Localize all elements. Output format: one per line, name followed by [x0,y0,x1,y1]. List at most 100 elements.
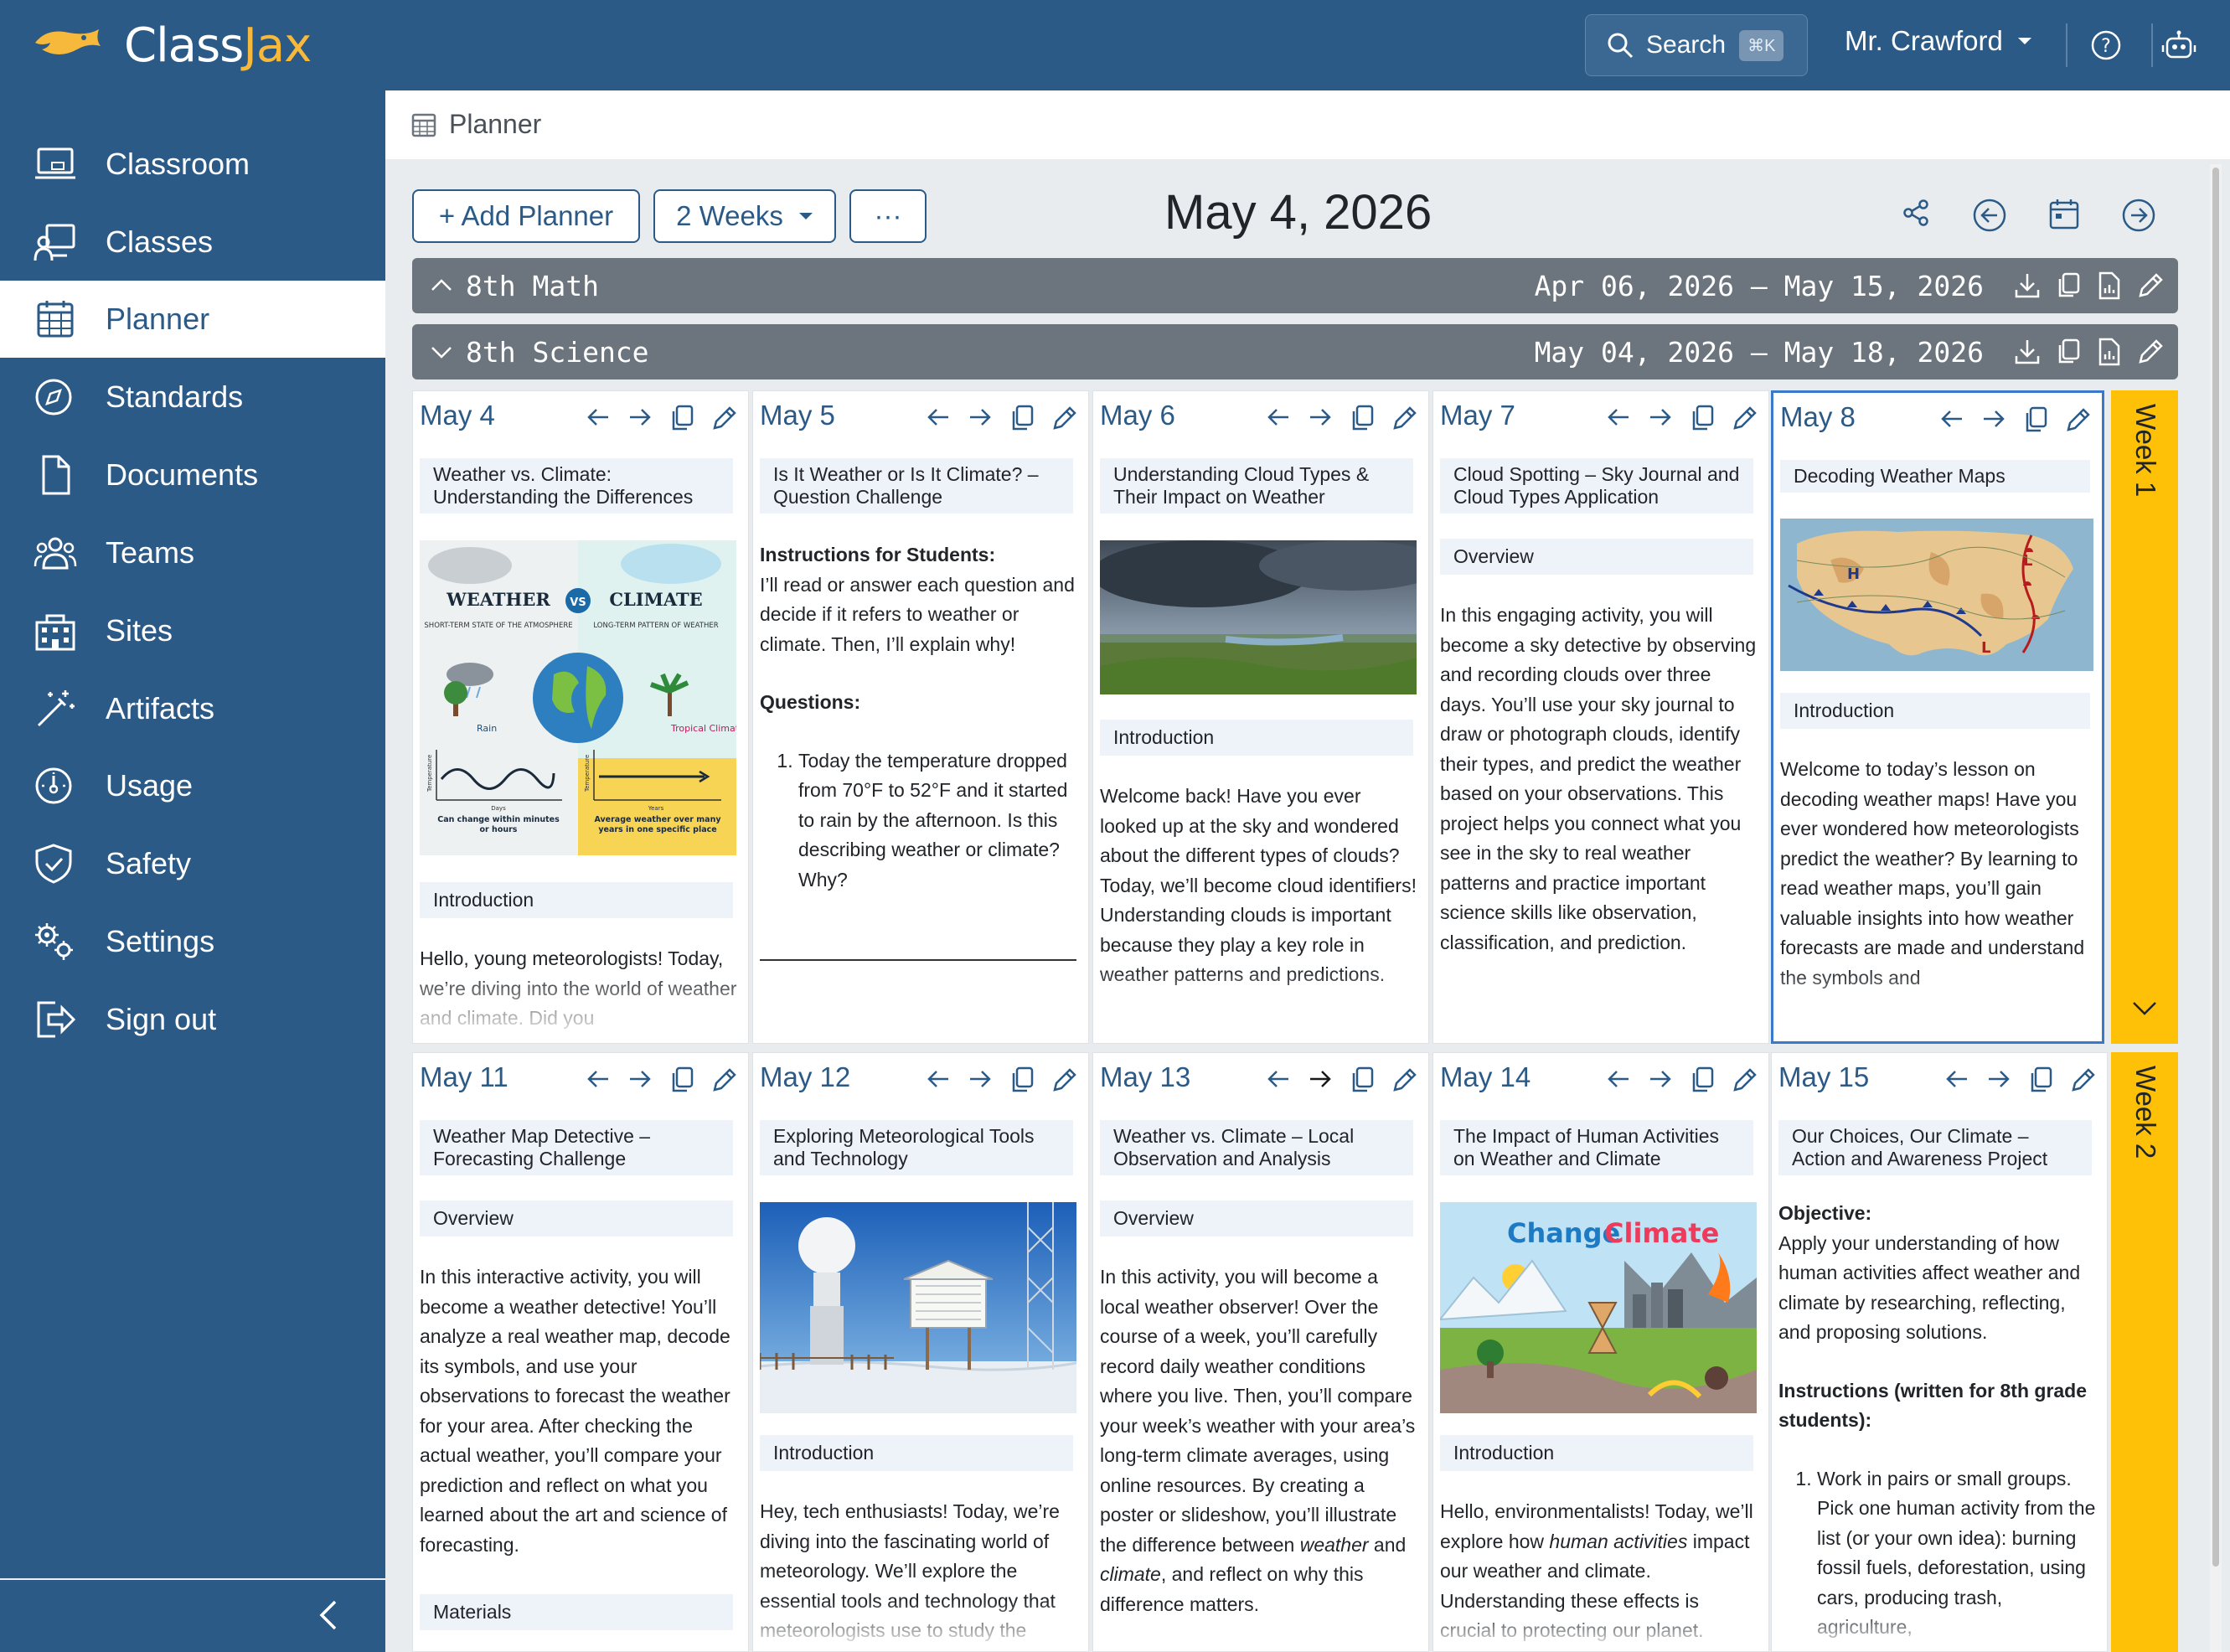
scrollbar-thumb[interactable] [2212,168,2219,1567]
next-period-icon[interactable] [2121,198,2156,233]
lesson-title[interactable]: Is It Weather or Is It Climate? – Questi… [760,458,1073,514]
day-card-may-15[interactable]: May 15 Our Choices, Our Climate – Action… [1771,1052,2108,1652]
download-icon[interactable] [2014,338,2041,366]
sidebar-item-usage[interactable]: Usage [0,747,385,824]
planner-row-8th-science[interactable]: 8th Science May 04, 2026 – May 18, 2026 [412,324,2178,379]
sidebar-item-classroom[interactable]: Classroom [0,126,385,203]
sidebar-item-standards[interactable]: Standards [0,359,385,436]
edit-icon[interactable] [2136,338,2165,366]
copy-icon[interactable] [2056,271,2081,300]
download-icon[interactable] [2014,271,2041,300]
day-card-may-7[interactable]: May 7 Cloud Spotting – Sky Journal and C… [1432,390,1769,1044]
range-dropdown[interactable]: 2 Weeks [653,189,836,243]
copy-icon[interactable] [1009,1066,1035,1093]
arrow-right-icon[interactable] [1308,1066,1333,1092]
arrow-right-icon[interactable] [1308,405,1333,430]
arrow-left-icon[interactable] [1266,405,1291,430]
day-card-may-8[interactable]: May 8 Decoding Weather Maps H L L Introd… [1771,390,2104,1044]
copy-icon[interactable] [1690,1066,1715,1093]
arrow-right-icon[interactable] [1981,406,2006,431]
arrow-left-icon[interactable] [926,405,951,430]
arrow-left-icon[interactable] [1266,1066,1291,1092]
day-card-may-6[interactable]: May 6 Understanding Cloud Types & Their … [1092,390,1429,1044]
chevron-down-icon[interactable] [2131,1000,2158,1017]
arrow-right-icon[interactable] [968,1066,993,1092]
chevron-up-icon[interactable] [429,273,454,298]
copy-icon[interactable] [669,405,694,431]
search-button[interactable]: Search ⌘K [1585,14,1808,76]
more-options-button[interactable]: ··· [849,189,927,243]
collapse-sidebar-icon[interactable] [317,1598,340,1632]
arrow-right-icon[interactable] [968,405,993,430]
day-card-may-11[interactable]: May 11 Weather Map Detective – Forecasti… [412,1052,749,1652]
day-card-may-5[interactable]: May 5 Is It Weather or Is It Climate? – … [752,390,1089,1044]
lesson-title[interactable]: Weather vs. Climate: Understanding the D… [420,458,733,514]
user-menu[interactable]: Mr. Crawford [1845,25,2033,57]
copy-icon[interactable] [1009,405,1035,431]
week-2-tab[interactable]: Week 2 [2111,1052,2178,1652]
sidebar-item-sites[interactable]: Sites [0,592,385,669]
sidebar-item-classes[interactable]: Classes [0,204,385,281]
day-card-may-13[interactable]: May 13 Weather vs. Climate – Local Obser… [1092,1052,1429,1652]
edit-icon[interactable] [711,1066,738,1093]
arrow-right-icon[interactable] [627,1066,653,1092]
sidebar-item-teams[interactable]: Teams [0,514,385,591]
lesson-title[interactable]: Our Choices, Our Climate – Action and Aw… [1778,1120,2092,1175]
lesson-title[interactable]: Weather vs. Climate – Local Observation … [1100,1120,1413,1175]
sidebar-item-documents[interactable]: Documents [0,436,385,514]
arrow-right-icon[interactable] [1648,405,1673,430]
previous-period-icon[interactable] [1972,198,2007,233]
arrow-right-icon[interactable] [1648,1066,1673,1092]
edit-icon[interactable] [2070,1066,2097,1093]
arrow-left-icon[interactable] [586,1066,611,1092]
day-card-may-14[interactable]: May 14 The Impact of Human Activities on… [1432,1052,1769,1652]
edit-icon[interactable] [711,405,738,431]
edit-icon[interactable] [1732,405,1758,431]
today-calendar-icon[interactable] [2047,198,2081,231]
day-card-may-12[interactable]: May 12 Exploring Meteorological Tools an… [752,1052,1089,1652]
edit-icon[interactable] [1051,1066,1078,1093]
week-1-tab[interactable]: Week 1 [2111,390,2178,1044]
arrow-left-icon[interactable] [1939,406,1964,431]
lesson-title[interactable]: Understanding Cloud Types & Their Impact… [1100,458,1413,514]
copy-icon[interactable] [2023,406,2048,433]
robot-icon[interactable] [2161,28,2196,62]
copy-icon[interactable] [2028,1066,2053,1093]
help-icon[interactable]: ? [2089,28,2123,62]
edit-icon[interactable] [2136,271,2165,300]
arrow-left-icon[interactable] [926,1066,951,1092]
classjax-logo[interactable]: ClassJax [32,18,312,73]
copy-icon[interactable] [2056,338,2081,366]
sidebar-item-sign-out[interactable]: Sign out [0,981,385,1058]
lesson-title[interactable]: Cloud Spotting – Sky Journal and Cloud T… [1440,458,1753,514]
edit-icon[interactable] [1391,1066,1418,1093]
arrow-left-icon[interactable] [1944,1066,1969,1092]
report-icon[interactable] [2096,338,2121,366]
day-card-may-4[interactable]: May 4 Weather vs. Climate: Understanding… [412,390,749,1044]
copy-icon[interactable] [1350,405,1375,431]
share-icon[interactable] [1902,198,1932,228]
chevron-down-icon[interactable] [429,339,454,364]
edit-icon[interactable] [1391,405,1418,431]
edit-icon[interactable] [1732,1066,1758,1093]
arrow-right-icon[interactable] [1986,1066,2011,1092]
arrow-left-icon[interactable] [1606,405,1631,430]
copy-icon[interactable] [1350,1066,1375,1093]
arrow-left-icon[interactable] [1606,1066,1631,1092]
lesson-title[interactable]: Decoding Weather Maps [1780,460,2090,493]
arrow-left-icon[interactable] [586,405,611,430]
arrow-right-icon[interactable] [627,405,653,430]
sidebar-item-planner[interactable]: Planner [0,281,385,358]
edit-icon[interactable] [1051,405,1078,431]
sidebar-item-settings[interactable]: Settings [0,903,385,980]
sidebar-item-artifacts[interactable]: Artifacts [0,670,385,747]
lesson-title[interactable]: Exploring Meteorological Tools and Techn… [760,1120,1073,1175]
planner-row-8th-math[interactable]: 8th Math Apr 06, 2026 – May 15, 2026 [412,258,2178,313]
copy-icon[interactable] [1690,405,1715,431]
add-planner-button[interactable]: + Add Planner [412,189,640,243]
sidebar-item-safety[interactable]: Safety [0,825,385,902]
report-icon[interactable] [2096,271,2121,300]
edit-icon[interactable] [2065,406,2092,433]
lesson-title[interactable]: Weather Map Detective – Forecasting Chal… [420,1120,733,1175]
lesson-title[interactable]: The Impact of Human Activities on Weathe… [1440,1120,1753,1175]
